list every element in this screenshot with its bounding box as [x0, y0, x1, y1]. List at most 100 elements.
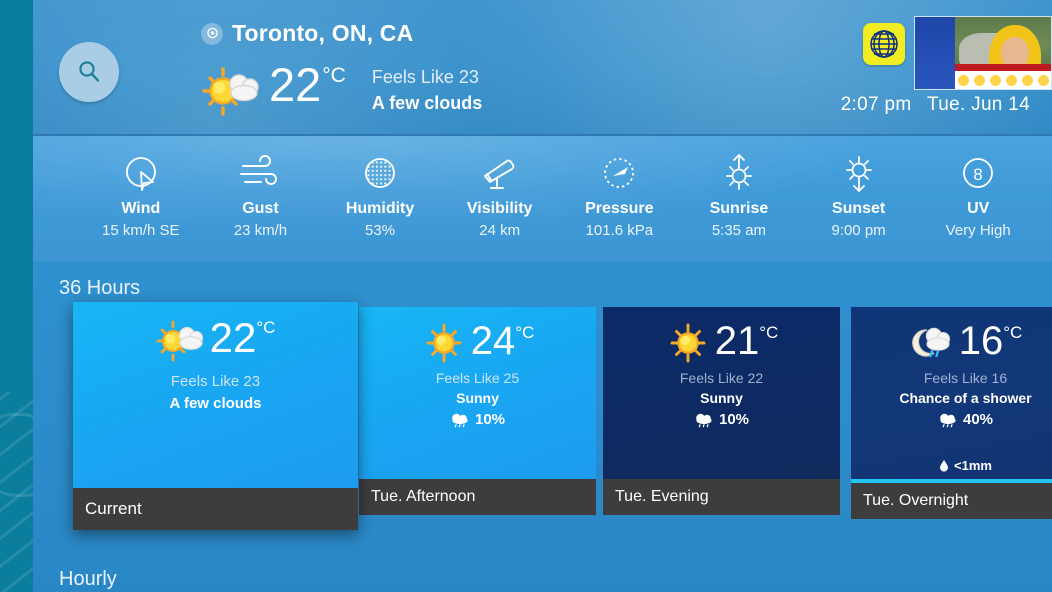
sunrise-icon: [717, 150, 761, 198]
rain-cloud-icon: [940, 413, 956, 427]
sun-behind-cloud-icon: [156, 320, 203, 362]
card-temp-row: 21 °C: [603, 319, 840, 364]
thumbnail-forecast-panel: [915, 17, 955, 89]
forecast-card-afternoon[interactable]: 24 °C Feels Like 25 Sunny 10% Tue. After…: [359, 307, 596, 515]
forecast-card-evening[interactable]: 21 °C Feels Like 22 Sunny 10% Tue. Eveni…: [603, 307, 840, 515]
card-body: 24 °C Feels Like 25 Sunny 10%: [359, 307, 596, 479]
condition-value: Very High: [945, 222, 1011, 239]
humidity-icon: [358, 150, 402, 198]
sun-behind-cloud-icon: [202, 67, 259, 116]
card-temperature-unit: °C: [759, 323, 779, 342]
condition-pressure[interactable]: Pressure 101.6 kPa: [560, 150, 680, 239]
condition-wind[interactable]: Wind 15 km/h SE: [81, 150, 201, 239]
card-temperature: 24: [470, 319, 516, 363]
card-description: Sunny: [456, 390, 499, 406]
condition-value: 5:35 am: [711, 222, 767, 239]
condition-sunrise[interactable]: Sunrise 5:35 am: [679, 150, 799, 239]
forecast-card-current[interactable]: 22 °C Feels Like 23 A few clouds Current: [73, 302, 358, 530]
card-feels-like: Feels Like 16: [923, 370, 1008, 386]
card-description: Sunny: [700, 390, 743, 406]
card-temperature-unit: °C: [256, 318, 276, 337]
location-pin-icon: [201, 22, 223, 45]
barometer-icon: [596, 150, 642, 198]
water-drop-icon: [940, 460, 949, 472]
forecast-cards: 22 °C Feels Like 23 A few clouds Current: [41, 302, 1052, 530]
card-pop-row: 10%: [359, 411, 596, 428]
forecast-card-overnight[interactable]: 16 °C Feels Like 16 Chance of a shower 4…: [851, 307, 1052, 519]
card-label: Tue. Afternoon: [359, 479, 596, 515]
current-description: A few clouds: [371, 93, 483, 113]
search-icon: [79, 61, 100, 82]
search-button[interactable]: [59, 42, 119, 102]
left-decorative-rail: [0, 0, 33, 592]
uv-index-icon: 8: [956, 150, 1000, 198]
condition-uv[interactable]: 8 UV Very High: [918, 150, 1038, 239]
condition-label: Gust: [242, 200, 279, 217]
section-title-36-hours: 36 Hours: [59, 277, 141, 299]
globe-app-icon[interactable]: [863, 23, 905, 65]
current-conditions-row: 22 °C Feels Like 23 A few clouds: [201, 58, 482, 118]
uv-index-value: 8: [973, 165, 982, 184]
current-time: 2:07 pm: [840, 94, 912, 115]
card-body: 22 °C Feels Like 23 A few clouds: [73, 302, 358, 488]
sunset-icon: [837, 150, 881, 198]
condition-value: 9:00 pm: [831, 222, 886, 239]
condition-label: Humidity: [345, 200, 415, 217]
condition-label: Sunset: [831, 200, 886, 217]
card-body: 16 °C Feels Like 16 Chance of a shower 4…: [851, 307, 1052, 479]
rain-cloud-icon: [452, 413, 468, 427]
current-temperature-unit: °C: [322, 64, 346, 87]
card-temp-row: 22 °C: [73, 314, 358, 363]
rail-stripe-decoration: [0, 392, 33, 592]
wind-direction-icon: [119, 150, 163, 198]
moon-behind-rain-cloud-icon: [911, 327, 950, 358]
location-name: Toronto, ON, CA: [232, 20, 414, 46]
card-body: 21 °C Feels Like 22 Sunny 10%: [603, 307, 840, 479]
condition-visibility[interactable]: Visibility 24 km: [440, 150, 560, 239]
condition-value: 53%: [365, 222, 396, 239]
condition-value: 15 km/h SE: [102, 222, 180, 239]
card-label: Tue. Overnight: [851, 483, 1052, 519]
card-pop-row: 40%: [851, 411, 1052, 428]
card-feels-like: Feels Like 22: [679, 370, 764, 386]
rain-cloud-icon: [696, 413, 712, 427]
card-description: Chance of a shower: [899, 390, 1032, 406]
card-temperature: 16: [958, 319, 1004, 363]
weather-video-thumbnail[interactable]: [914, 16, 1052, 90]
card-temp-row: 16 °C: [851, 319, 1052, 364]
sunny-icon: [426, 323, 462, 363]
sunny-icon: [670, 323, 706, 363]
card-feels-like: Feels Like 23: [170, 373, 261, 390]
card-temp-row: 24 °C: [359, 319, 596, 364]
header: Toronto, ON, CA 22 °C Feels Like 23 A fe…: [33, 0, 1052, 134]
gust-icon: [237, 150, 283, 198]
condition-gust[interactable]: Gust 23 km/h: [201, 150, 321, 239]
condition-value: 101.6 kPa: [585, 222, 654, 239]
condition-label: Wind: [121, 200, 161, 217]
card-feels-like: Feels Like 25: [435, 370, 520, 386]
current-temperature: 22: [269, 58, 322, 111]
condition-label: Pressure: [585, 200, 654, 217]
card-pop-row: 10%: [603, 411, 840, 428]
card-pop-value: 10%: [474, 411, 506, 428]
section-title-hourly: Hourly: [59, 568, 117, 590]
card-temperature-unit: °C: [1003, 323, 1023, 342]
card-temperature: 21: [714, 319, 760, 363]
condition-label: Visibility: [466, 200, 533, 217]
card-temperature: 22: [209, 314, 257, 361]
condition-sunset[interactable]: Sunset 9:00 pm: [799, 150, 919, 239]
telescope-icon: [477, 150, 523, 198]
conditions-strip: Wind 15 km/h SE Gust 23 km/h Humidity 53…: [33, 134, 1052, 262]
weather-page: Toronto, ON, CA 22 °C Feels Like 23 A fe…: [33, 0, 1052, 592]
condition-value: 23 km/h: [233, 222, 288, 239]
location-row[interactable]: Toronto, ON, CA: [201, 20, 413, 47]
card-label: Current: [73, 488, 358, 530]
condition-label: Sunrise: [709, 200, 769, 217]
header-media-group: [863, 16, 1052, 90]
condition-humidity[interactable]: Humidity 53%: [320, 150, 440, 239]
current-text-column: Feels Like 23 A few clouds: [372, 64, 482, 117]
condition-value: 24 km: [479, 222, 521, 239]
card-pop-value: 10%: [718, 411, 750, 428]
card-temperature-unit: °C: [515, 323, 535, 342]
current-date: Tue. Jun 14: [927, 94, 1030, 115]
